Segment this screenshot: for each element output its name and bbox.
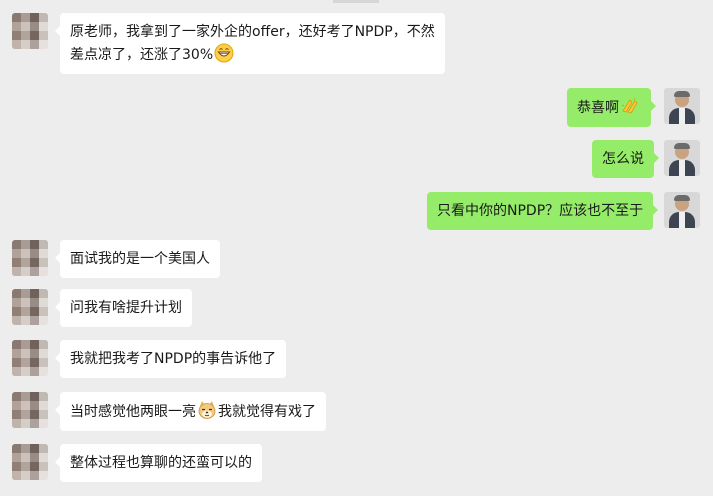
my-avatar[interactable] — [664, 140, 700, 176]
doge-emoji — [198, 401, 216, 419]
contact-avatar[interactable] — [12, 392, 48, 428]
message-bubble-incoming: 面试我的是一个美国人 — [55, 240, 220, 278]
message-bubble-outgoing: 只看中你的NPDP？应该也不至于 — [427, 192, 659, 230]
message-bubble-incoming: 整体过程也算聊的还蛮可以的 — [55, 444, 262, 482]
message-text: 当时感觉他两眼一亮 — [70, 404, 196, 420]
message-text: 恭喜啊 — [577, 100, 619, 116]
scroll-edge-indicator — [333, 0, 379, 3]
message-bubble-outgoing: 怎么说 — [592, 140, 659, 178]
contact-avatar[interactable] — [12, 340, 48, 376]
contact-avatar[interactable] — [12, 444, 48, 480]
message-text-after-emoji: 我就觉得有戏了 — [218, 404, 316, 420]
my-avatar[interactable] — [664, 88, 700, 124]
contact-avatar[interactable] — [12, 13, 48, 49]
message-bubble-incoming: 当时感觉他两眼一亮 我就觉得有戏了 — [55, 392, 326, 431]
message-bubble-outgoing: 恭喜啊 — [567, 88, 656, 127]
my-avatar[interactable] — [664, 192, 700, 228]
message-bubble-incoming: 我就把我考了NPDP的事告诉他了 — [54, 340, 287, 378]
message-text-line2: 差点凉了，还涨了30% — [70, 43, 435, 66]
grinning-face-emoji — [214, 43, 234, 63]
message-bubble-incoming: 原老师，我拿到了一家外企的offer，还好考了NPDP，不然 差点凉了，还涨了3… — [55, 13, 445, 74]
clapping-hands-emoji — [621, 97, 638, 114]
contact-avatar[interactable] — [12, 240, 48, 276]
message-text: 原老师，我拿到了一家外企的offer，还好考了NPDP，不然 — [70, 24, 435, 40]
message-bubble-incoming: 问我有啥提升计划 — [55, 289, 192, 327]
contact-avatar[interactable] — [12, 289, 48, 325]
